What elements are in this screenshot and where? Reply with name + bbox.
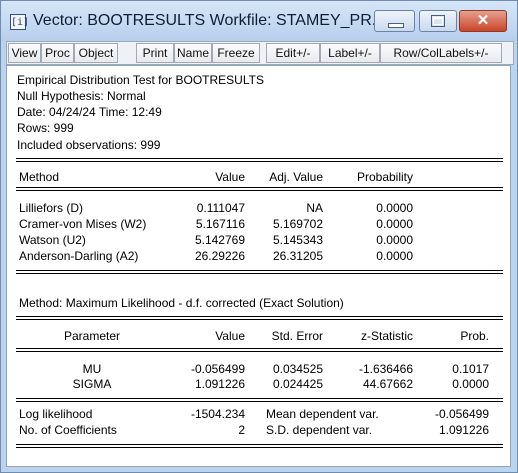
view-button[interactable]: View [8,43,41,63]
table-cell: 5.167116 [195,217,245,231]
divider [16,348,503,349]
divider [16,270,503,271]
divider [16,187,503,188]
column-header: Adj. Value [269,170,323,184]
stat-value: 1.091226 [438,423,489,437]
method-line: Method: Maximum Likelihood - d.f. correc… [19,296,344,310]
divider [16,190,503,191]
table-cell: 0.111047 [196,201,245,215]
column-header: Std. Error [271,329,323,343]
stat-label: Mean dependent var. [266,407,379,421]
table-cell: 0.0000 [452,377,489,391]
label-toggle-button[interactable]: Label+/- [320,43,380,63]
object-button[interactable]: Object [74,43,118,63]
table-cell: 1.091226 [194,377,245,391]
table-cell: 0.0000 [376,217,413,231]
table-cell: 0.1017 [452,362,489,376]
window-title: Vector: BOOTRESULTS Workfile: STAMEY_PR.… [33,12,386,29]
stat-label: S.D. dependent var. [266,423,373,437]
table-cell: -1.636466 [358,362,413,376]
header-line: Empirical Distribution Test for BOOTRESU… [17,73,264,87]
table-cell: -0.056499 [190,362,245,376]
stat-label: Log likelihood [19,407,93,421]
stat-value: -1504.234 [190,407,245,421]
table-cell: 0.0000 [376,233,413,247]
table-cell: MU [82,362,102,376]
column-header: Probability [356,170,413,184]
table-cell: 26.31205 [272,249,323,263]
column-header: Value [215,170,245,184]
freeze-button[interactable]: Freeze [212,43,260,63]
divider [16,398,503,399]
eviews-vector-window: [i] Vector: BOOTRESULTS Workfile: STAMEY… [0,0,518,473]
stat-label: No. of Coefficients [19,423,117,437]
table-cell: NA [306,201,323,215]
divider [16,158,503,159]
minimize-button[interactable] [374,10,415,32]
row-col-labels-toggle-button[interactable]: Row/ColLabels+/- [380,43,502,63]
table-cell: SIGMA [72,377,112,391]
header-line: Rows: 999 [17,121,74,135]
table-cell: Watson (U2) [19,233,86,247]
table-cell: 0.024425 [272,377,323,391]
divider [16,273,503,274]
divider [16,161,503,162]
header-line: Included observations: 999 [17,138,161,152]
divider [16,316,503,317]
maximize-icon [431,15,445,27]
table-cell: Anderson-Darling (A2) [19,249,139,263]
close-icon: ✕ [476,12,490,29]
divider [16,447,503,448]
stat-value: 2 [238,423,245,437]
table-cell: 0.0000 [376,249,413,263]
column-header: Value [215,329,245,343]
stat-value: -0.056499 [434,407,489,421]
column-header: Parameter [63,329,121,343]
proc-button[interactable]: Proc [41,43,74,63]
table-cell: 44.67662 [362,377,413,391]
table-cell: 0.0000 [376,201,413,215]
edit-toggle-button[interactable]: Edit+/- [266,43,320,63]
header-line: Null Hypothesis: Normal [17,89,146,103]
divider [16,319,503,320]
close-button[interactable]: ✕ [459,10,507,32]
name-button[interactable]: Name [174,43,212,63]
output-spreadsheet[interactable]: Empirical Distribution Test for BOOTRESU… [6,65,511,467]
header-line: Date: 04/24/24 Time: 12:49 [17,105,162,119]
table-cell: 5.145343 [272,233,323,247]
column-header: Prob. [460,329,489,343]
table-cell: 5.169702 [272,217,323,231]
title-bar[interactable]: [i] Vector: BOOTRESULTS Workfile: STAMEY… [1,1,517,41]
table-cell: 0.034525 [272,362,323,376]
divider [16,351,503,352]
divider [16,401,503,402]
maximize-button[interactable] [419,10,457,32]
divider [16,444,503,445]
table-cell: Cramer-von Mises (W2) [19,217,147,231]
minimize-icon [388,23,404,28]
column-header: z-Statistic [360,329,413,343]
table-cell: 5.142769 [194,233,245,247]
app-icon[interactable]: [i] [10,14,29,30]
column-header: Method [19,170,60,184]
table-cell: 26.29226 [194,249,245,263]
print-button[interactable]: Print [136,43,174,63]
toolbar: View Proc Object Print Name Freeze Edit+… [6,41,514,65]
table-cell: Lilliefors (D) [19,201,84,215]
